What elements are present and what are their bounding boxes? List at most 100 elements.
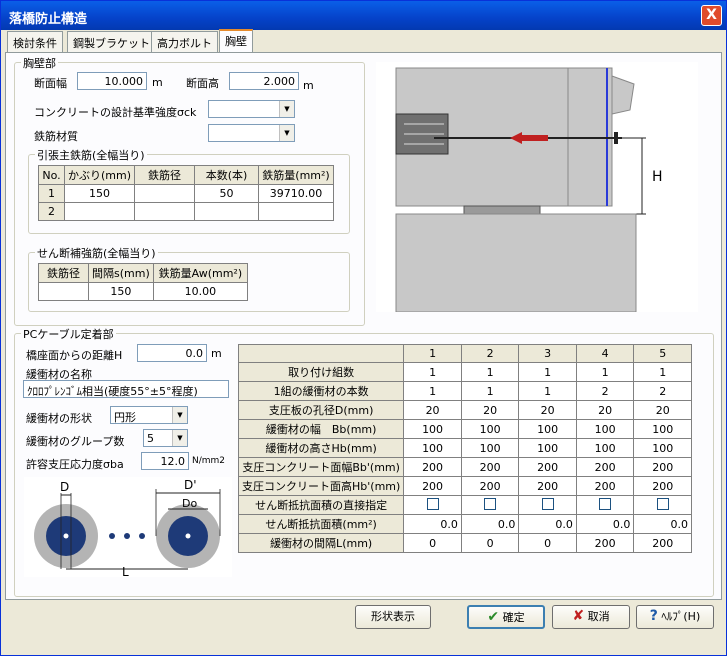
grid-cell[interactable]: 20 (575, 400, 635, 420)
grid-cell (575, 495, 635, 515)
allowable-stress-input[interactable]: 12.0 (141, 452, 189, 470)
cancel-button[interactable]: ✘ 取消 (552, 605, 630, 629)
cover-cell[interactable] (63, 202, 136, 221)
grid-cell: 0.0 (518, 514, 577, 534)
grid-cell[interactable]: 200 (460, 476, 520, 496)
cushion-shape-label: 緩衝材の形状 (26, 412, 92, 425)
grid-cell[interactable]: 1 (518, 381, 577, 401)
grid-cell[interactable]: 200 (633, 457, 692, 477)
direct-specify-checkbox[interactable] (426, 497, 439, 510)
tab-kentou[interactable]: 検討条件 (7, 31, 63, 52)
count-cell[interactable]: 50 (194, 184, 260, 203)
grid-cell[interactable]: 0 (518, 533, 577, 553)
dropdown-arrow-icon[interactable]: ▼ (279, 125, 294, 141)
direct-specify-checkbox[interactable] (656, 497, 669, 510)
bearing (463, 205, 541, 215)
group-count-select[interactable]: 5 ▼ (143, 429, 188, 447)
grid-cell[interactable]: 20 (518, 400, 577, 420)
cover-cell[interactable]: 150 (63, 184, 136, 203)
diameter-cell[interactable] (134, 202, 196, 221)
fig-label-dprime: D' (184, 478, 197, 492)
row-number: 2 (38, 202, 65, 221)
grid-cell[interactable]: 20 (633, 400, 692, 420)
grid-cell: 0.0 (575, 514, 635, 534)
dropdown-arrow-icon[interactable]: ▼ (172, 430, 187, 446)
grid-cell[interactable]: 0 (403, 533, 462, 553)
grid-cell[interactable]: 200 (403, 476, 462, 496)
grid-cell[interactable]: 1 (633, 362, 692, 382)
grid-cell[interactable]: 1 (575, 362, 635, 382)
grid-row-label: 緩衝材の間隔L(mm) (237, 533, 405, 553)
grid-cell[interactable]: 200 (633, 476, 692, 496)
help-button[interactable]: ? ﾍﾙﾌﾟ(H) (636, 605, 714, 629)
grid-cell[interactable]: 100 (633, 419, 692, 439)
shape-display-button[interactable]: 形状表示 (355, 605, 431, 629)
grid-cell[interactable]: 200 (575, 533, 635, 553)
grid-cell[interactable]: 200 (633, 533, 692, 553)
question-icon: ? (649, 608, 658, 624)
grid-row-label: せん断抵抗面積の直接指定 (237, 495, 405, 515)
fig-label-d: D (60, 480, 69, 494)
title-bar: 落橋防止構造 X (1, 1, 726, 30)
shear-rebar-label: せん断補強筋(全幅当り) (35, 245, 158, 261)
ellipsis-dot (109, 533, 115, 539)
distance-label: 橋座面からの距離H (26, 349, 123, 362)
close-button[interactable]: X (701, 5, 722, 26)
direct-specify-checkbox[interactable] (541, 497, 554, 510)
grid-cell[interactable]: 200 (518, 476, 577, 496)
grid-cell[interactable]: 100 (575, 438, 635, 458)
diameter-cell[interactable] (134, 184, 196, 203)
table-row: 1 150 50 39710.00 (38, 184, 334, 203)
grid-cell[interactable]: 100 (460, 438, 520, 458)
grid-cell[interactable]: 100 (460, 419, 520, 439)
direct-specify-checkbox[interactable] (599, 497, 612, 510)
grid-cell[interactable]: 2 (633, 381, 692, 401)
count-cell[interactable] (194, 202, 260, 221)
shear-diameter-cell[interactable] (38, 282, 89, 301)
group-count-label: 緩衝材のグループ数 (26, 435, 125, 448)
grid-cell[interactable]: 200 (575, 476, 635, 496)
tab-bracket[interactable]: 鋼製ブラケット (67, 31, 156, 52)
grid-cell[interactable]: 200 (460, 457, 520, 477)
grid-cell[interactable]: 100 (403, 419, 462, 439)
table-row: 緩衝材の高さHb(mm) 100 100 100 100 100 (237, 438, 692, 458)
ok-button[interactable]: ✔ 確定 (467, 605, 545, 629)
width-input[interactable]: 10.000 (77, 72, 147, 90)
grid-cell[interactable]: 100 (575, 419, 635, 439)
height-input[interactable]: 2.000 (229, 72, 299, 90)
amount-cell: 39710.00 (258, 184, 334, 203)
distance-input[interactable]: 0.0 (137, 344, 207, 362)
grid-cell[interactable]: 100 (633, 438, 692, 458)
grid-col-header: 5 (633, 344, 692, 363)
grid-cell[interactable]: 1 (460, 381, 520, 401)
grid-row-label: 支圧コンクリート面高Hb'(mm) (237, 476, 405, 496)
rebar-material-select[interactable]: ▼ (208, 124, 295, 142)
grid-cell[interactable]: 100 (403, 438, 462, 458)
cushion-name-input[interactable]: ｸﾛﾛﾌﾟﾚﾝｺﾞﾑ相当(硬度55°±5°程度) (23, 380, 229, 398)
grid-cell[interactable]: 1 (460, 362, 520, 382)
grid-cell[interactable]: 0 (460, 533, 520, 553)
grid-cell[interactable]: 200 (518, 457, 577, 477)
cushion-shape-select[interactable]: 円形 ▼ (110, 406, 188, 424)
grid-cell[interactable]: 1 (518, 362, 577, 382)
tab-kyouheki[interactable]: 胸壁 (219, 29, 253, 53)
shear-rebar-table: 鉄筋径 間隔s(mm) 鉄筋量Aw(mm²) 150 10.00 (38, 263, 249, 301)
grid-cell[interactable]: 200 (403, 457, 462, 477)
grid-cell[interactable]: 100 (518, 438, 577, 458)
concrete-strength-select[interactable]: ▼ (208, 100, 295, 118)
grid-cell[interactable]: 1 (403, 381, 462, 401)
grid-cell[interactable]: 20 (460, 400, 520, 420)
grid-cell[interactable]: 2 (575, 381, 635, 401)
direct-specify-checkbox[interactable] (484, 497, 497, 510)
dropdown-arrow-icon[interactable]: ▼ (279, 101, 294, 117)
grid-cell[interactable]: 200 (575, 457, 635, 477)
grid-cell[interactable]: 20 (403, 400, 462, 420)
tab-bolt[interactable]: 高力ボルト (151, 31, 218, 52)
nut-icon (614, 132, 618, 144)
dropdown-arrow-icon[interactable]: ▼ (172, 407, 187, 423)
grid-row-label: 緩衝材の高さHb(mm) (237, 438, 405, 458)
x-icon: ✘ (572, 608, 585, 624)
grid-cell[interactable]: 100 (518, 419, 577, 439)
grid-cell[interactable]: 1 (403, 362, 462, 382)
spacing-cell[interactable]: 150 (88, 282, 154, 301)
